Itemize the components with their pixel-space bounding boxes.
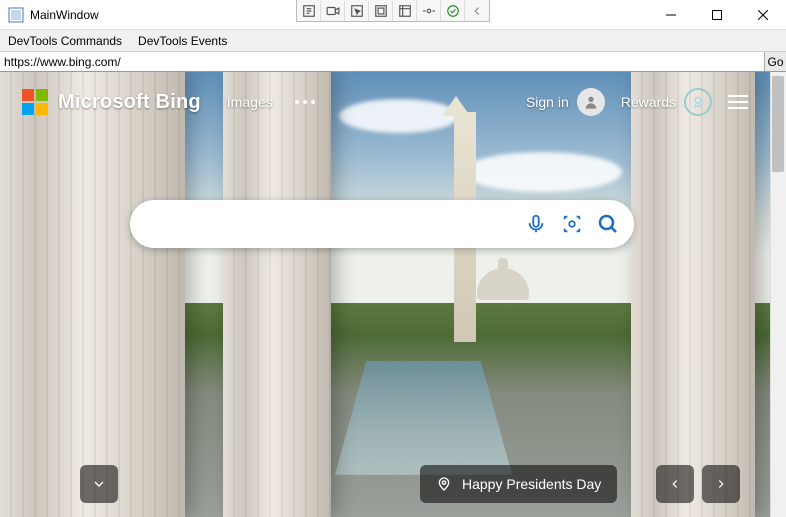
address-bar-row: Go [0, 52, 786, 72]
go-button[interactable]: Go [764, 52, 786, 71]
rewards-badge-icon [684, 88, 712, 116]
sign-in-link[interactable]: Sign in [526, 88, 605, 116]
tool-frame-icon[interactable] [369, 1, 393, 21]
tool-back-icon[interactable] [465, 1, 489, 21]
page-viewport: Microsoft Bing Images Sign in Rewards [0, 72, 770, 517]
search-box [130, 200, 634, 248]
vertical-scrollbar[interactable] [770, 72, 786, 517]
search-icon[interactable] [590, 206, 626, 242]
address-input[interactable] [0, 52, 764, 71]
brand-label[interactable]: Microsoft Bing [58, 91, 201, 114]
caption-text: Happy Presidents Day [462, 476, 601, 492]
close-button[interactable] [740, 0, 786, 30]
search-input[interactable] [150, 215, 518, 233]
sign-in-label: Sign in [526, 94, 569, 110]
menu-devtools-events[interactable]: DevTools Events [130, 34, 235, 48]
rewards-label: Rewards [621, 94, 676, 110]
tool-cursor-icon[interactable] [345, 1, 369, 21]
tool-screenshot-icon[interactable] [393, 1, 417, 21]
window-title: MainWindow [30, 8, 99, 22]
carousel-next-button[interactable] [702, 465, 740, 503]
menubar: DevTools Commands DevTools Events [0, 30, 786, 52]
tool-target-icon[interactable] [417, 1, 441, 21]
avatar-icon [577, 88, 605, 116]
image-search-icon[interactable] [554, 206, 590, 242]
more-menu-icon[interactable] [295, 100, 315, 104]
tool-settings-icon[interactable] [297, 1, 321, 21]
scrollbar-thumb[interactable] [772, 76, 784, 172]
carousel-controls [656, 465, 740, 503]
tool-record-icon[interactable] [321, 1, 345, 21]
microsoft-logo-icon [22, 89, 48, 115]
bing-header: Microsoft Bing Images Sign in Rewards [0, 72, 770, 132]
window-titlebar: MainWindow [0, 0, 786, 30]
devtools-toolbar [296, 0, 490, 22]
hero-background [0, 72, 770, 517]
voice-search-icon[interactable] [518, 206, 554, 242]
rewards-link[interactable]: Rewards [621, 88, 712, 116]
scroll-down-button[interactable] [80, 465, 118, 503]
hamburger-menu-icon[interactable] [728, 95, 748, 109]
carousel-prev-button[interactable] [656, 465, 694, 503]
tool-check-icon[interactable] [441, 1, 465, 21]
image-caption[interactable]: Happy Presidents Day [420, 465, 617, 503]
maximize-button[interactable] [694, 0, 740, 30]
browser-content: Microsoft Bing Images Sign in Rewards [0, 72, 786, 517]
app-icon [8, 7, 24, 23]
minimize-button[interactable] [648, 0, 694, 30]
nav-images[interactable]: Images [227, 94, 273, 110]
menu-devtools-commands[interactable]: DevTools Commands [0, 34, 130, 48]
location-pin-icon [436, 476, 452, 492]
